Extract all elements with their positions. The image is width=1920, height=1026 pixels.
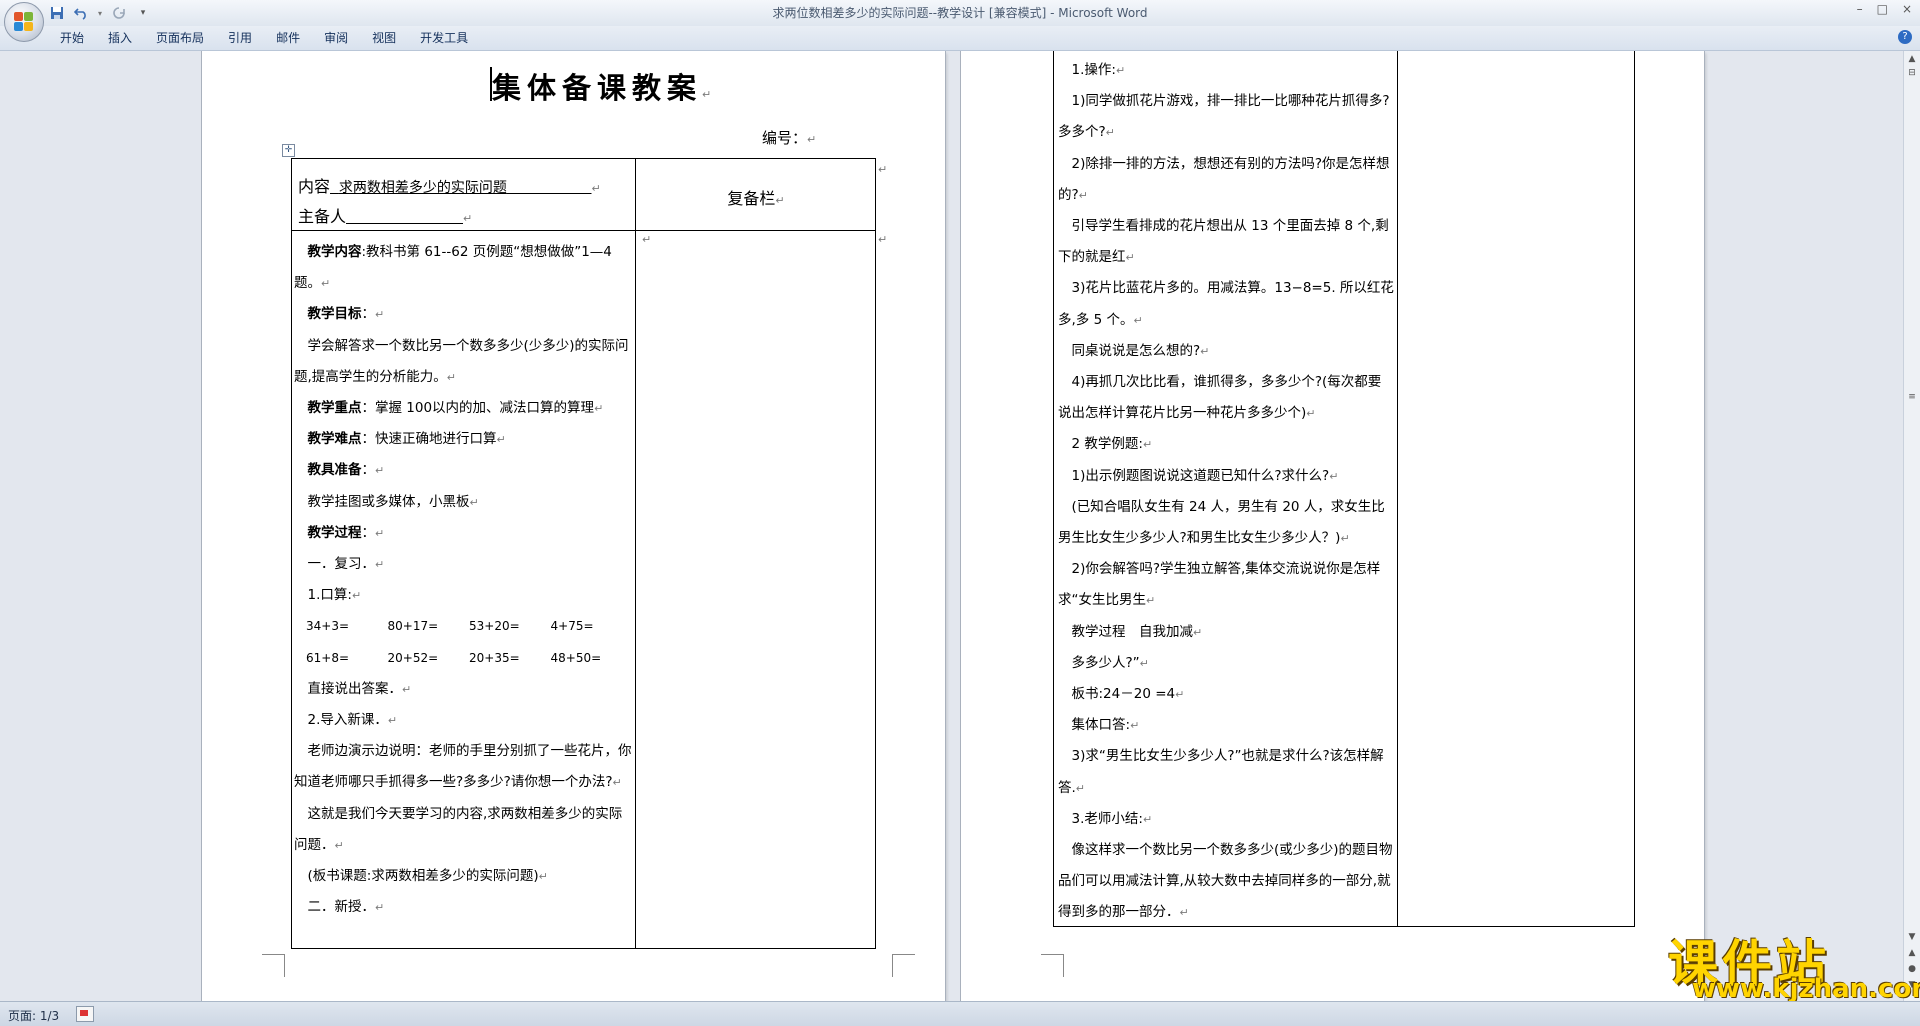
lesson-line: 教学过程：↵ xyxy=(307,524,385,541)
document-number: 编号：↵ xyxy=(762,127,816,148)
lesson-line: 教学内容:教科书第 61--62 页例题“想想做做”1—4 题。↵ xyxy=(294,244,612,292)
watermark-url: www.kjzhan.com xyxy=(1692,974,1920,1004)
lesson-line: 像这样求一个数比另一个数多多少(或少多少)的题目物品们可以用减法计算,从较大数中… xyxy=(1058,842,1393,921)
ruler-toggle-icon[interactable]: ⊟ xyxy=(1906,67,1918,79)
tab-mailings[interactable]: 邮件 xyxy=(264,30,312,46)
page-indicator[interactable]: 页面: 1/3 xyxy=(8,1007,59,1024)
scroll-thumb[interactable]: ≡ xyxy=(1906,391,1918,403)
paragraph-mark-icon: ↵ xyxy=(807,133,817,146)
calc-row: 61+8= 20+52= 20+35= 48+50= xyxy=(306,650,602,665)
title-bar: ▾ ▾ 求两位数相差多少的实际问题--教学设计 [兼容模式] - Microso… xyxy=(0,0,1920,42)
content-field[interactable]: 内容 求两数相差多少的实际问题 ↵ xyxy=(298,173,601,197)
office-logo-icon xyxy=(14,12,34,32)
lesson-line: 教学重点：掌握 100以内的加、减法口算的算理↵ xyxy=(307,400,604,417)
window-controls: – □ × xyxy=(1857,2,1912,16)
crop-mark xyxy=(1041,954,1064,977)
lesson-line: 2.导入新课．↵ xyxy=(307,712,398,729)
lesson-line: 1.操作:↵ xyxy=(1071,62,1126,78)
calc-row: 34+3= 80+17= 53+20= 4+75= xyxy=(306,619,594,634)
lesson-line: 3)花片比蓝花片多的。用减法算。13−8=5. 所以红花多,多 5 个。↵ xyxy=(1058,280,1394,328)
watermark-logo: 课件站 www.kjzhan.com xyxy=(1668,924,1920,1004)
document-page-1[interactable]: 集体备课教案↵ 编号：↵ ✛ 内容 求两数相差多少的实际问题 ↵ 主备人 ↵ 复… xyxy=(202,51,945,1001)
content-label: 内容 xyxy=(298,177,331,196)
lesson-line: 1.口算:↵ xyxy=(307,587,362,604)
lesson-line: 二．新授．↵ xyxy=(307,899,385,916)
scroll-down-icon[interactable]: ▼ xyxy=(1906,931,1918,943)
lesson-line: 教学过程 自我加减↵ xyxy=(1071,623,1203,640)
crop-mark xyxy=(262,954,285,977)
office-button[interactable] xyxy=(4,2,44,42)
lesson-line: 教学挂图或多媒体，小黑板↵ xyxy=(307,493,479,510)
document-area[interactable]: 集体备课教案↵ 编号：↵ ✛ 内容 求两数相差多少的实际问题 ↵ 主备人 ↵ 复… xyxy=(0,51,1904,1001)
previous-page-icon[interactable]: ▲ xyxy=(1906,947,1918,959)
maximize-button[interactable]: □ xyxy=(1877,2,1888,16)
lesson-line: 4)再抓几次比比看，谁抓得多，多多少个?(每次都要说出怎样计算花片比另一种花片多… xyxy=(1058,374,1382,422)
scroll-up-icon[interactable]: ▲ xyxy=(1906,53,1918,65)
row-end-mark-icon: ↵ xyxy=(878,233,888,246)
tab-insert[interactable]: 插入 xyxy=(96,30,144,46)
column-divider xyxy=(635,159,636,948)
cell-end-mark-icon: ↵ xyxy=(642,233,652,246)
lesson-line: 教学难点：快速正确地进行口算↵ xyxy=(307,431,506,448)
lesson-body-continued[interactable]: 1.操作:↵ 1)同学做抓花片游戏，排一排比一比哪种花片抓得多?多多个?↵ 2)… xyxy=(1058,55,1394,929)
lesson-line: 板书:24－20 =4↵ xyxy=(1071,686,1185,703)
lesson-line: 多多少人?”↵ xyxy=(1071,654,1149,671)
lesson-line: 集体口答:↵ xyxy=(1071,717,1140,734)
lesson-plan-table: 内容 求两数相差多少的实际问题 ↵ 主备人 ↵ 复备栏↵ 教学内容:教科书第 6… xyxy=(291,158,876,949)
close-button[interactable]: × xyxy=(1902,2,1912,16)
lesson-line: (已知合唱队女生有 24 人，男生有 20 人，求女生比男生比女生少多少人?和男… xyxy=(1058,498,1385,547)
minimize-button[interactable]: – xyxy=(1857,2,1863,16)
tab-page-layout[interactable]: 页面布局 xyxy=(144,30,216,46)
tab-review[interactable]: 审阅 xyxy=(312,30,360,46)
lesson-line: 2 教学例题:↵ xyxy=(1071,436,1153,453)
macro-recording-icon[interactable] xyxy=(76,1006,94,1022)
lesson-line: 老师边演示边说明：老师的手里分别抓了一些花片，你知道老师哪只手抓得多一些?多多少… xyxy=(294,743,632,791)
page-title-text: 集体备课教案 xyxy=(492,71,703,105)
review-column-header: 复备栏↵ xyxy=(727,189,785,208)
ribbon-bar: 开始 插入 页面布局 引用 邮件 审阅 视图 开发工具 ? xyxy=(0,26,1920,51)
column-divider xyxy=(1397,51,1398,926)
lesson-line: 3.老师小结:↵ xyxy=(1071,810,1153,827)
vertical-scrollbar[interactable]: ▲ ⊟ ≡ ▼ ▲ ● ▼ xyxy=(1903,51,1920,1001)
preparer-label: 主备人 xyxy=(298,207,347,226)
lesson-line: 2)你会解答吗?学生独立解答,集体交流说说你是怎样求“女生比男生↵ xyxy=(1058,561,1381,609)
lesson-line: 1)出示例题图说说这道题已知什么?求什么?↵ xyxy=(1071,467,1339,484)
lesson-line: 教学目标：↵ xyxy=(307,306,385,323)
text-cursor xyxy=(490,67,492,101)
lesson-line: 引导学生看排成的花片想出从 13 个里面去掉 8 个,剩下的就是红↵ xyxy=(1058,218,1389,266)
tab-developer[interactable]: 开发工具 xyxy=(408,30,480,46)
table-move-handle-icon[interactable]: ✛ xyxy=(282,144,295,157)
page-title: 集体备课教案↵ xyxy=(490,65,712,107)
lesson-line: 2)除排一排的方法，想想还有别的方法吗?你是怎样想的?↵ xyxy=(1058,155,1390,203)
window-title: 求两位数相差多少的实际问题--教学设计 [兼容模式] - Microsoft W… xyxy=(772,6,1148,20)
crop-mark xyxy=(892,954,915,977)
lesson-line: (板书课题:求两数相差多少的实际问题)↵ xyxy=(307,868,548,885)
document-page-2[interactable]: 1.操作:↵ 1)同学做抓花片游戏，排一排比一比哪种花片抓得多?多多个?↵ 2)… xyxy=(961,51,1704,1001)
lesson-line: 直接说出答案．↵ xyxy=(307,680,412,697)
lesson-line: 1)同学做抓花片游戏，排一排比一比哪种花片抓得多?多多个?↵ xyxy=(1058,93,1390,141)
lesson-body[interactable]: 教学内容:教科书第 61--62 页例题“想想做做”1—4 题。↵ 教学目标：↵… xyxy=(294,237,632,923)
preparer-field[interactable]: 主备人 ↵ xyxy=(298,203,472,227)
row-end-mark-icon: ↵ xyxy=(878,163,888,176)
lesson-line: 3)求“男生比女生少多少人?”也就是求什么?该怎样解答.↵ xyxy=(1058,748,1384,796)
tab-view[interactable]: 视图 xyxy=(360,30,408,46)
lesson-plan-table-continued: 1.操作:↵ 1)同学做抓花片游戏，排一排比一比哪种花片抓得多?多多个?↵ 2)… xyxy=(1053,51,1635,927)
status-bar: 页面: 1/3 xyxy=(0,1001,1920,1026)
lesson-line: 一．复习．↵ xyxy=(307,556,385,573)
lesson-line: 学会解答求一个数比另一个数多多少(少多少)的实际问题,提高学生的分析能力。↵ xyxy=(294,337,629,385)
document-number-label: 编号： xyxy=(762,129,808,147)
help-icon[interactable]: ? xyxy=(1898,30,1912,44)
lesson-line: 教具准备：↵ xyxy=(307,462,385,479)
lesson-line: 这就是我们今天要学习的内容,求两数相差多少的实际问题．↵ xyxy=(294,805,623,853)
tab-home[interactable]: 开始 xyxy=(48,30,96,46)
content-value: 求两数相差多少的实际问题 xyxy=(338,180,507,196)
ribbon-tabs: 开始 插入 页面布局 引用 邮件 审阅 视图 开发工具 xyxy=(48,30,480,46)
paragraph-mark-icon: ↵ xyxy=(702,88,712,101)
lesson-line: 同桌说说是怎么想的?↵ xyxy=(1071,342,1210,359)
tab-references[interactable]: 引用 xyxy=(216,30,264,46)
